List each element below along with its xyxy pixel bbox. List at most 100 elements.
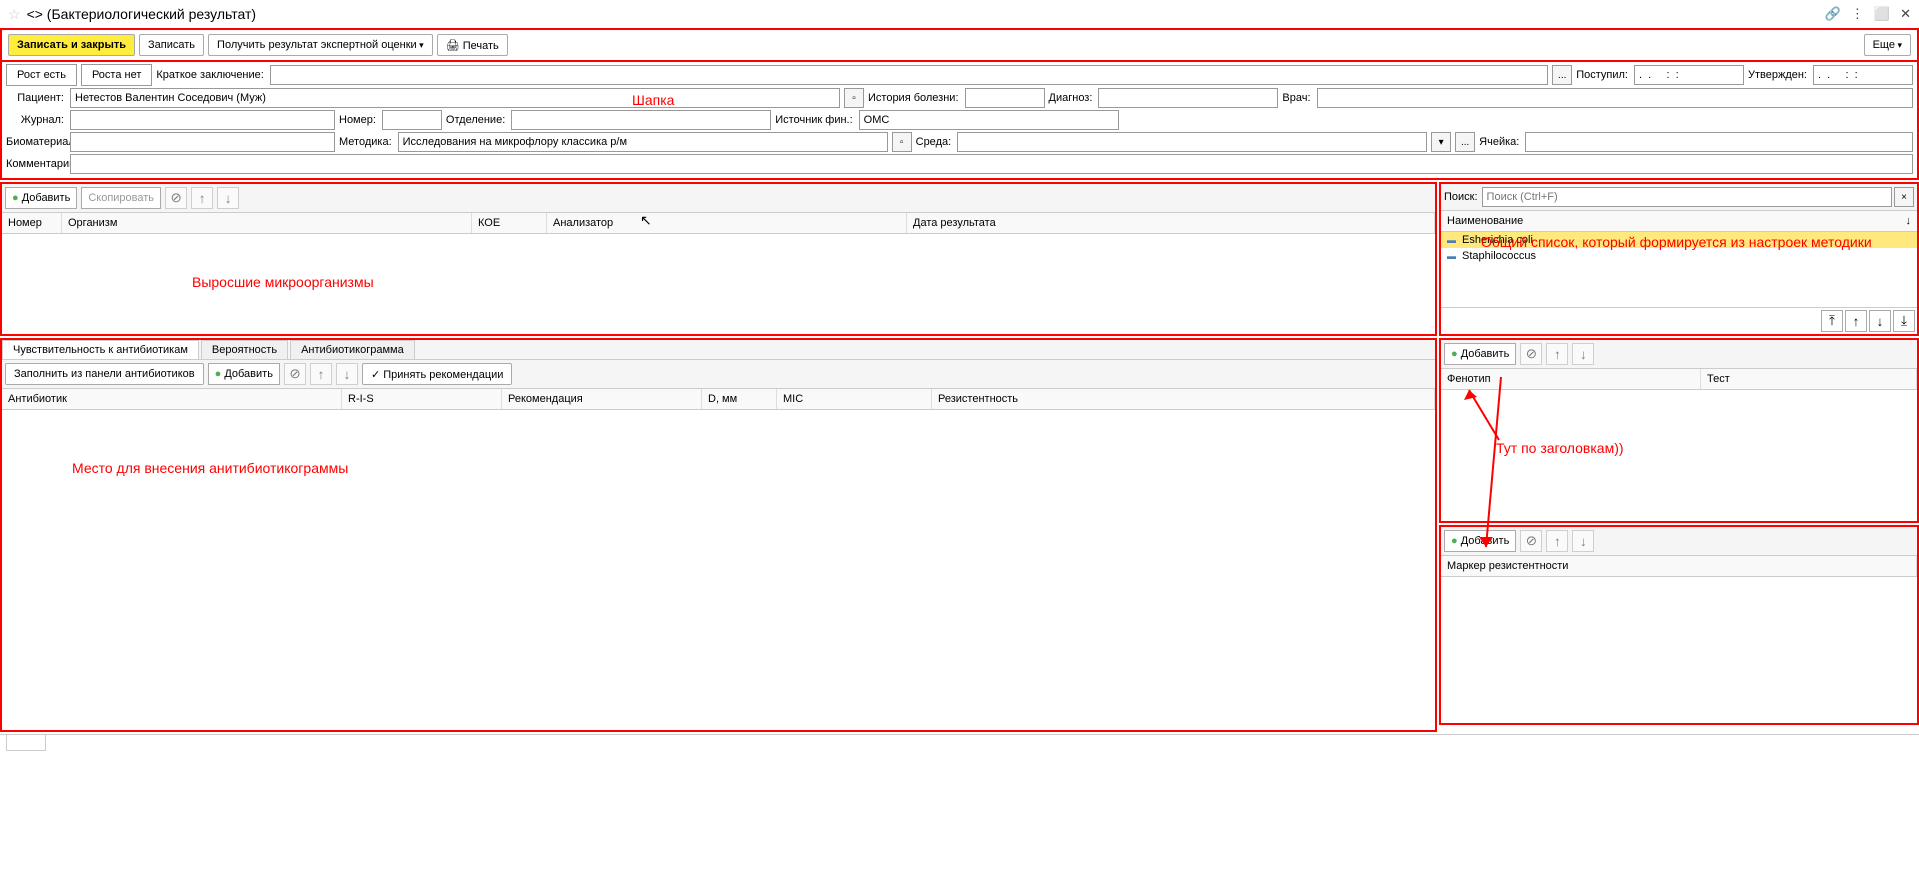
col-phenotype[interactable]: Фенотип: [1441, 369, 1701, 389]
sort-indicator-icon[interactable]: ↓: [1906, 215, 1912, 227]
col-dmm[interactable]: D, мм: [702, 389, 777, 409]
tab-sensitivity[interactable]: Чувствительность к антибиотикам: [2, 340, 199, 359]
cell-input[interactable]: [1525, 132, 1913, 152]
pheno-add-button[interactable]: Добавить: [1444, 343, 1516, 365]
accept-recom-button[interactable]: ✓ Принять рекомендации: [362, 363, 512, 385]
nav-up-button[interactable]: ↑: [1845, 310, 1867, 332]
doctor-label: Врач:: [1282, 92, 1312, 104]
organisms-add-button[interactable]: Добавить: [5, 187, 77, 209]
nav-first-button[interactable]: ⤒: [1821, 310, 1843, 332]
organisms-delete-button[interactable]: ⊘: [165, 187, 187, 209]
doctor-input[interactable]: [1317, 88, 1913, 108]
number-input[interactable]: [382, 110, 442, 130]
col-koe[interactable]: КОЕ: [472, 213, 547, 233]
star-icon[interactable]: ☆: [8, 6, 21, 23]
received-input[interactable]: [1634, 65, 1744, 85]
col-analyzer[interactable]: Анализатор: [547, 213, 907, 233]
antibio-table-body[interactable]: Место для внесения анитибиотикограммы: [2, 410, 1435, 730]
conclusion-more-button[interactable]: ...: [1552, 65, 1572, 85]
organisms-up-button[interactable]: ↑: [191, 187, 213, 209]
col-result-date[interactable]: Дата результата: [907, 213, 1435, 233]
organisms-table-body[interactable]: Выросшие микроорганизмы ↖: [2, 234, 1435, 334]
organisms-down-button[interactable]: ↓: [217, 187, 239, 209]
footer-tab[interactable]: [6, 735, 46, 751]
reference-search-input[interactable]: [1482, 187, 1892, 207]
nav-last-button[interactable]: ⤓: [1893, 310, 1915, 332]
close-icon[interactable]: ✕: [1900, 6, 1911, 22]
header-section: Рост есть Роста нет Краткое заключение: …: [0, 60, 1919, 180]
search-clear-button[interactable]: ×: [1894, 187, 1914, 207]
col-test[interactable]: Тест: [1701, 369, 1917, 389]
tab-antibiogram[interactable]: Антибиотикограмма: [290, 340, 415, 359]
phenotype-panel: Добавить ⊘ ↑ ↓ Фенотип Тест Тут по загол…: [1439, 338, 1919, 523]
marker-table-body[interactable]: [1441, 577, 1917, 723]
antibio-down-button[interactable]: ↓: [336, 363, 358, 385]
list-item[interactable]: ▬Staphilococcus: [1441, 248, 1917, 264]
window-title: <> (Бактериологический результат): [27, 6, 256, 22]
growth-yes-button[interactable]: Рост есть: [6, 64, 77, 86]
col-resist[interactable]: Резистентность: [932, 389, 1435, 409]
col-number[interactable]: Номер: [2, 213, 62, 233]
method-label: Методика:: [339, 136, 394, 148]
biomaterial-input[interactable]: [70, 132, 335, 152]
marker-up-button[interactable]: ↑: [1546, 530, 1568, 552]
history-input[interactable]: [965, 88, 1045, 108]
department-input[interactable]: [511, 110, 771, 130]
nav-down-button[interactable]: ↓: [1869, 310, 1891, 332]
main-toolbar: Записать и закрыть Записать Получить рез…: [0, 28, 1919, 60]
marker-down-button[interactable]: ↓: [1572, 530, 1594, 552]
diagnosis-input[interactable]: [1098, 88, 1278, 108]
expert-result-button[interactable]: Получить результат экспертной оценки: [208, 34, 433, 56]
annotation-antibio: Место для внесения анитибиотикограммы: [72, 460, 348, 476]
col-recom[interactable]: Рекомендация: [502, 389, 702, 409]
fill-from-panel-button[interactable]: Заполнить из панели антибиотиков: [5, 363, 204, 385]
antibiotics-panel: Чувствительность к антибиотикам Вероятно…: [0, 338, 1437, 732]
patient-input[interactable]: [70, 88, 840, 108]
department-label: Отделение:: [446, 114, 507, 126]
pheno-table-body[interactable]: Тут по заголовкам)): [1441, 390, 1917, 521]
col-ris[interactable]: R-I-S: [342, 389, 502, 409]
col-antibiotic[interactable]: Антибиотик: [2, 389, 342, 409]
col-name[interactable]: Наименование: [1447, 215, 1523, 227]
number-label: Номер:: [339, 114, 378, 126]
journal-input[interactable]: [70, 110, 335, 130]
link-icon[interactable]: 🔗: [1825, 6, 1841, 22]
comment-input[interactable]: [70, 154, 1913, 174]
col-mic[interactable]: MIC: [777, 389, 932, 409]
col-organism[interactable]: Организм: [62, 213, 472, 233]
patient-open-button[interactable]: ▫: [844, 88, 864, 108]
approved-label: Утвержден:: [1748, 69, 1809, 81]
tab-probability[interactable]: Вероятность: [201, 340, 288, 359]
menu-icon[interactable]: ⋮: [1851, 6, 1864, 22]
list-item[interactable]: ▬Esherichia coli: [1441, 232, 1917, 248]
maximize-icon[interactable]: ⬜: [1874, 6, 1890, 22]
received-label: Поступил:: [1576, 69, 1630, 81]
funding-input[interactable]: [859, 110, 1119, 130]
reference-list[interactable]: ▬Esherichia coli ▬Staphilococcus Общий с…: [1441, 232, 1917, 307]
organisms-table-header: Номер Организм КОЕ Анализатор Дата резул…: [2, 212, 1435, 234]
pheno-down-button[interactable]: ↓: [1572, 343, 1594, 365]
method-open-button[interactable]: ▫: [892, 132, 912, 152]
method-input[interactable]: [398, 132, 888, 152]
col-marker[interactable]: Маркер резистентности: [1441, 556, 1917, 576]
more-button[interactable]: Еще: [1864, 34, 1911, 56]
organisms-copy-button[interactable]: Скопировать: [81, 187, 161, 209]
marker-delete-button[interactable]: ⊘: [1520, 530, 1542, 552]
patient-label: Пациент:: [6, 92, 66, 104]
antibio-add-button[interactable]: Добавить: [208, 363, 280, 385]
antibio-up-button[interactable]: ↑: [310, 363, 332, 385]
marker-add-button[interactable]: Добавить: [1444, 530, 1516, 552]
medium-dropdown-button[interactable]: ▾: [1431, 132, 1451, 152]
save-close-button[interactable]: Записать и закрыть: [8, 34, 135, 56]
antibio-delete-button[interactable]: ⊘: [284, 363, 306, 385]
medium-input[interactable]: [957, 132, 1427, 152]
pheno-up-button[interactable]: ↑: [1546, 343, 1568, 365]
print-button[interactable]: Печать: [437, 34, 508, 56]
growth-no-button[interactable]: Роста нет: [81, 64, 152, 86]
approved-input[interactable]: [1813, 65, 1913, 85]
save-button[interactable]: Записать: [139, 34, 204, 56]
medium-more-button[interactable]: ...: [1455, 132, 1475, 152]
short-conclusion-input[interactable]: [270, 65, 1548, 85]
search-label: Поиск:: [1444, 191, 1480, 203]
pheno-delete-button[interactable]: ⊘: [1520, 343, 1542, 365]
